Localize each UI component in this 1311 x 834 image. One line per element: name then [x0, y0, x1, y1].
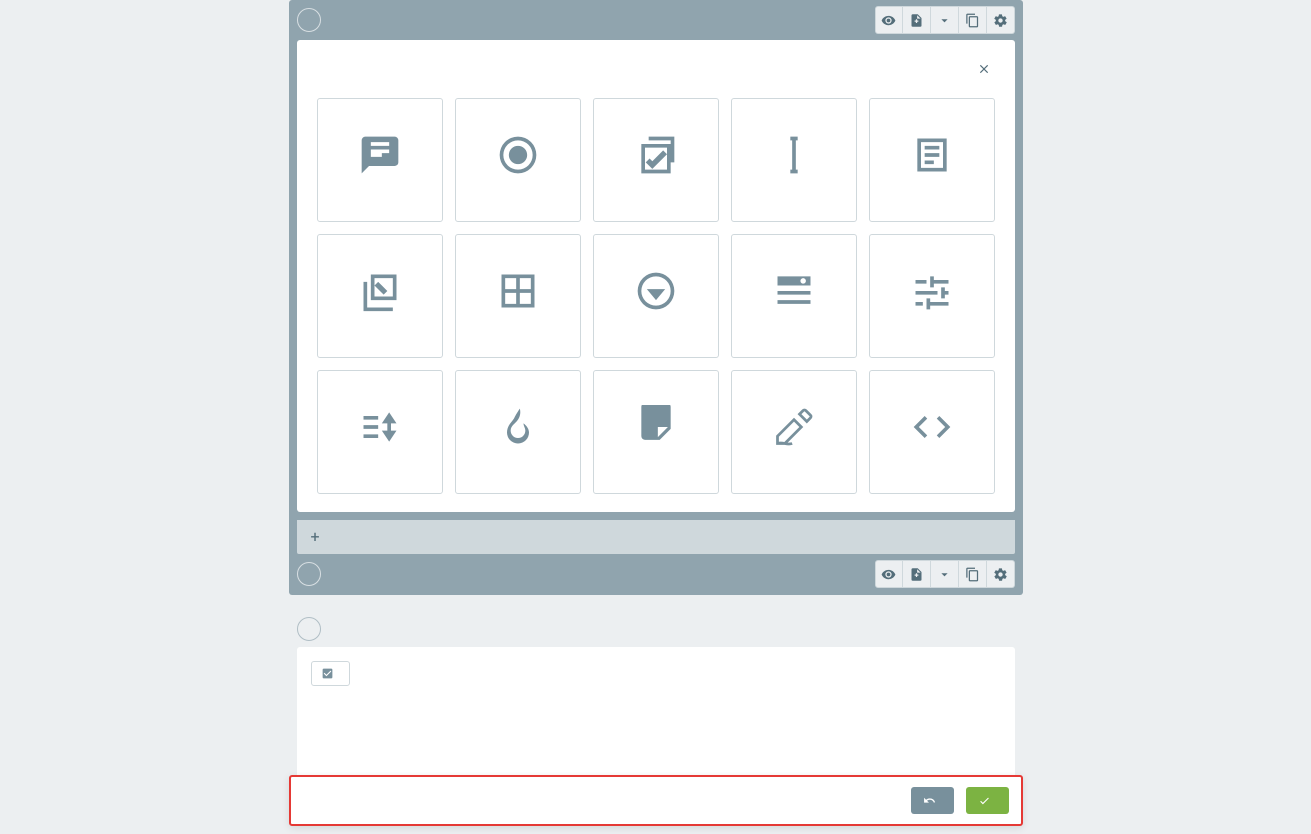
radio-icon [495, 132, 541, 178]
signature-icon [771, 404, 817, 450]
undo-icon [923, 794, 936, 807]
page-number-badge [297, 8, 321, 32]
preview-button[interactable] [875, 6, 903, 34]
question-type-grid [317, 98, 995, 494]
pending-changes-alert [289, 775, 1023, 826]
page-block-2 [289, 611, 1023, 787]
reject-changes-button[interactable] [911, 787, 954, 814]
question-tag [311, 661, 350, 686]
dropdown-circle-icon [633, 268, 679, 314]
apply-changes-button[interactable] [966, 787, 1009, 814]
qtype-single-line[interactable] [731, 98, 857, 222]
caret-button[interactable] [931, 560, 959, 588]
page1-footer [289, 554, 1023, 594]
text-cursor-icon [771, 132, 817, 178]
checkbox-icon [321, 667, 334, 680]
qtype-file-upload[interactable] [593, 370, 719, 494]
settings-button[interactable] [987, 560, 1015, 588]
document-lines-icon [909, 132, 955, 178]
qtype-signature[interactable] [731, 370, 857, 494]
question-type-panel [297, 40, 1015, 512]
qtype-single-choice[interactable] [455, 98, 581, 222]
caret-button[interactable] [931, 6, 959, 34]
settings-button[interactable] [987, 6, 1015, 34]
page1-header [289, 0, 1023, 40]
plus-icon: + [311, 529, 320, 545]
qtype-sliders[interactable] [869, 234, 995, 358]
code-icon [909, 404, 955, 450]
grid-icon [495, 268, 541, 314]
copy-button[interactable] [959, 560, 987, 588]
qtype-infoblock[interactable] [317, 98, 443, 222]
qtype-form[interactable] [317, 234, 443, 358]
ranking-icon [357, 404, 403, 450]
page1-toolbar [875, 6, 1015, 34]
file-upload-icon [633, 404, 679, 450]
qtype-multi-choice[interactable] [593, 98, 719, 222]
qtype-heatmap[interactable] [455, 370, 581, 494]
question-card[interactable] [297, 647, 1015, 787]
page-number-badge [297, 617, 321, 641]
qtype-matrix[interactable] [455, 234, 581, 358]
chat-icon [357, 132, 403, 178]
page-block-1: + [289, 0, 1023, 595]
qtype-ranking[interactable] [317, 370, 443, 494]
page1-footer-toolbar [875, 560, 1015, 588]
copy-button[interactable] [959, 6, 987, 34]
page-number-badge-footer [297, 562, 321, 586]
add-page-button[interactable] [903, 6, 931, 34]
page2-header [289, 611, 1023, 647]
new-question-bar[interactable]: + [297, 520, 1015, 554]
qtype-dropdown[interactable] [593, 234, 719, 358]
close-icon[interactable] [973, 58, 995, 80]
qtype-autocomplete[interactable] [731, 234, 857, 358]
qtype-html-block[interactable] [869, 370, 995, 494]
sliders-icon [909, 268, 955, 314]
flame-icon [495, 404, 541, 450]
check-icon [978, 794, 991, 807]
preview-button[interactable] [875, 560, 903, 588]
autocomplete-icon [771, 268, 817, 314]
add-page-button[interactable] [903, 560, 931, 588]
form-edit-icon [357, 268, 403, 314]
checkbox-stack-icon [633, 132, 679, 178]
qtype-multi-line[interactable] [869, 98, 995, 222]
